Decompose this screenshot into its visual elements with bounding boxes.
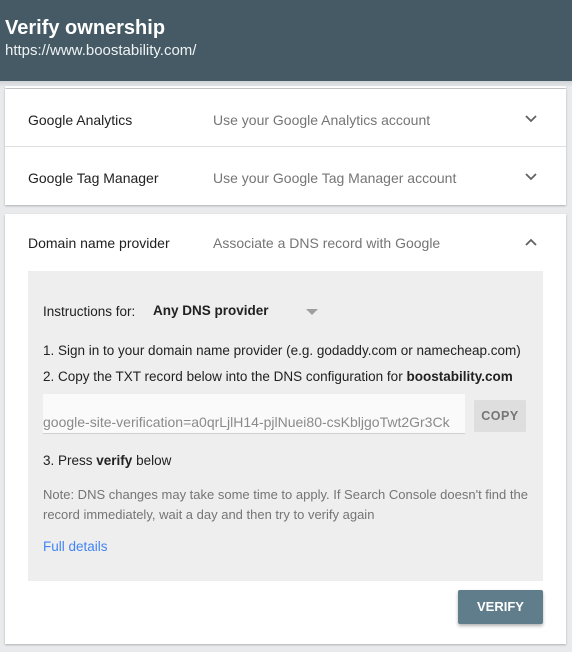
dropdown-caret-icon xyxy=(306,309,318,315)
page-title: Verify ownership xyxy=(5,17,166,39)
method-description: Associate a DNS record with Google xyxy=(213,235,441,251)
step-3-bold: verify xyxy=(96,453,133,468)
field-underline xyxy=(43,433,465,434)
dns-method-card: Domain name provider Associate a DNS rec… xyxy=(5,214,566,644)
instructions-label: Instructions for: xyxy=(43,304,136,319)
chevron-up-icon[interactable] xyxy=(524,237,538,247)
copy-button[interactable]: COPY xyxy=(474,400,526,432)
dns-instructions-panel: Instructions for: Any DNS provider 1. Si… xyxy=(28,271,543,581)
txt-record-value: google-site-verification=a0qrLjlH14-pjlN… xyxy=(43,414,450,430)
step-3-prefix: 3. Press xyxy=(43,453,97,468)
provider-selected-value: Any DNS provider xyxy=(153,303,269,318)
method-name: Google Analytics xyxy=(28,112,133,128)
step-3-suffix: below xyxy=(132,453,172,468)
txt-record-field[interactable]: google-site-verification=a0qrLjlH14-pjlN… xyxy=(43,394,465,434)
method-row-google-analytics[interactable]: Google Analytics Use your Google Analyti… xyxy=(5,89,566,145)
chevron-down-icon[interactable] xyxy=(524,172,538,182)
step-2-prefix: 2. Copy the TXT record below into the DN… xyxy=(43,369,407,384)
step-2-domain: boostability.com xyxy=(406,369,513,384)
step-1-text: 1. Sign in to your domain name provider … xyxy=(43,343,521,358)
step-3-text: 3. Press verify below xyxy=(43,453,171,468)
full-details-link[interactable]: Full details xyxy=(43,539,108,554)
header: Verify ownership https://www.boostabilit… xyxy=(0,0,572,81)
method-row-google-tag-manager[interactable]: Google Tag Manager Use your Google Tag M… xyxy=(5,147,566,203)
header-shadow xyxy=(0,81,572,87)
alt-methods-card: Google Analytics Use your Google Analyti… xyxy=(5,89,566,205)
method-name: Google Tag Manager xyxy=(28,170,159,186)
property-url: https://www.boostability.com/ xyxy=(5,42,197,59)
verify-button[interactable]: VERIFY xyxy=(458,590,543,624)
method-row-domain-name-provider[interactable]: Domain name provider Associate a DNS rec… xyxy=(5,214,566,270)
method-name: Domain name provider xyxy=(28,235,170,251)
step-2-text: 2. Copy the TXT record below into the DN… xyxy=(43,369,513,384)
method-description: Use your Google Analytics account xyxy=(213,112,431,128)
chevron-down-icon[interactable] xyxy=(524,114,538,124)
dns-note: Note: DNS changes may take some time to … xyxy=(43,487,528,522)
method-description: Use your Google Tag Manager account xyxy=(213,170,457,186)
provider-dropdown[interactable]: Any DNS provider xyxy=(153,301,323,323)
